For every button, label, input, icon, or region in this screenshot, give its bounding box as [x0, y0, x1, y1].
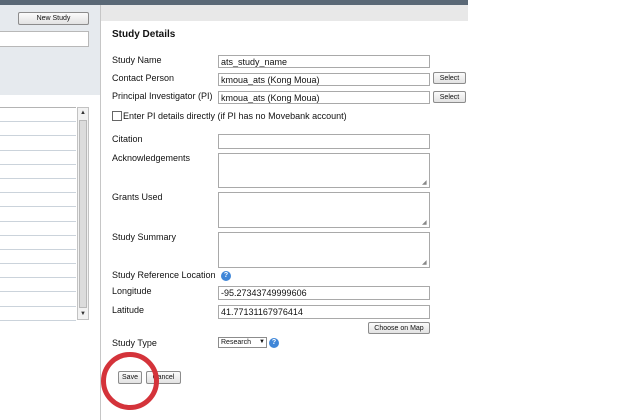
list-item[interactable] — [0, 264, 76, 279]
highlight-circle — [101, 352, 159, 410]
resize-grip-icon[interactable]: ◢ — [422, 180, 428, 186]
study-type-label: Study Type — [112, 338, 157, 348]
contact-person-label: Contact Person — [112, 73, 175, 83]
acknowledgements-textarea[interactable]: ◢ — [218, 153, 430, 188]
acknowledgements-label: Acknowledgements — [112, 153, 191, 163]
resize-grip-icon[interactable]: ◢ — [422, 260, 428, 266]
study-name-field[interactable] — [218, 55, 430, 68]
list-item[interactable] — [0, 151, 76, 165]
pi-field[interactable] — [218, 91, 430, 104]
question-circle-icon[interactable]: ? — [269, 338, 279, 348]
list-item[interactable] — [0, 136, 76, 151]
pi-label: Principal Investigator (PI) — [112, 91, 213, 101]
scroll-down-icon[interactable]: ▼ — [78, 309, 88, 319]
pi-direct-checkbox-label: Enter PI details directly (if PI has no … — [123, 111, 347, 121]
longitude-label: Longitude — [112, 286, 152, 296]
new-study-button[interactable]: New Study — [18, 12, 89, 25]
list-item[interactable] — [0, 179, 76, 194]
study-type-selected: Research — [221, 339, 251, 346]
latitude-field[interactable] — [218, 305, 430, 319]
grants-used-textarea[interactable]: ◢ — [218, 192, 430, 228]
reference-location-label: Study Reference Location — [112, 270, 216, 280]
list-item[interactable] — [0, 165, 76, 179]
longitude-field[interactable] — [218, 286, 430, 300]
study-list — [0, 107, 76, 321]
resize-grip-icon[interactable]: ◢ — [422, 220, 428, 226]
pi-direct-checkbox[interactable] — [112, 111, 122, 121]
study-search-input[interactable] — [0, 31, 89, 47]
list-item[interactable] — [0, 250, 76, 265]
contact-person-field[interactable] — [218, 73, 430, 86]
study-list-scrollbar[interactable]: ▲ ▼ — [77, 107, 89, 320]
list-item[interactable] — [0, 222, 76, 236]
list-item[interactable] — [0, 122, 76, 137]
list-item[interactable] — [0, 207, 76, 222]
list-item[interactable] — [0, 108, 76, 123]
list-item[interactable] — [0, 193, 76, 208]
study-list-panel: New Study ▲ ▼ — [0, 5, 100, 420]
list-item[interactable] — [0, 292, 76, 307]
list-item[interactable] — [0, 307, 76, 321]
list-item[interactable] — [0, 236, 76, 250]
citation-field[interactable] — [218, 134, 430, 149]
question-circle-icon[interactable]: ? — [221, 271, 231, 281]
pi-select-button[interactable]: Select — [433, 91, 466, 103]
citation-label: Citation — [112, 134, 143, 144]
choose-on-map-button[interactable]: Choose on Map — [368, 322, 430, 334]
study-name-label: Study Name — [112, 55, 162, 65]
page-title: Study Details — [112, 29, 176, 40]
study-type-select[interactable]: Research ▼ — [218, 337, 267, 348]
list-item[interactable] — [0, 278, 76, 293]
details-header-bar — [101, 5, 468, 21]
study-summary-textarea[interactable]: ◢ — [218, 232, 430, 268]
latitude-label: Latitude — [112, 305, 145, 315]
grants-used-label: Grants Used — [112, 192, 163, 202]
scroll-thumb[interactable] — [79, 120, 87, 308]
study-summary-label: Study Summary — [112, 232, 177, 242]
chevron-down-icon: ▼ — [259, 339, 265, 345]
scroll-up-icon[interactable]: ▲ — [78, 108, 88, 118]
contact-person-select-button[interactable]: Select — [433, 72, 466, 84]
